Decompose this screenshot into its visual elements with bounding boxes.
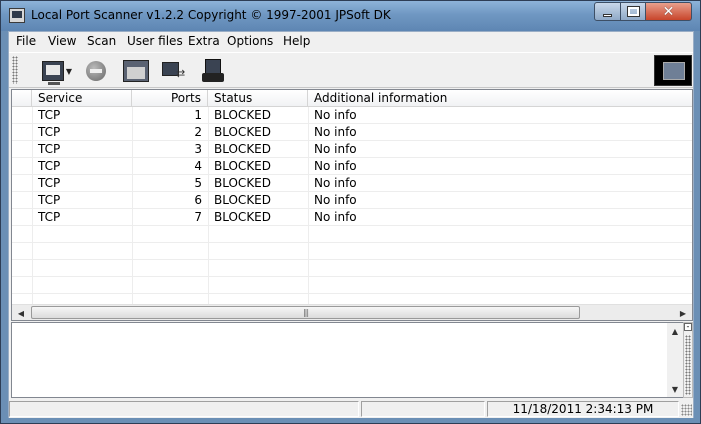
app-icon[interactable]: [9, 8, 25, 23]
window-title: Local Port Scanner v1.2.2 Copyright © 19…: [31, 8, 391, 22]
user-files-icon: [123, 60, 149, 82]
cell-service: TCP: [38, 125, 61, 139]
cell-port: 3: [194, 142, 202, 156]
dropdown-arrow-icon[interactable]: ▼: [66, 67, 72, 76]
resize-grip[interactable]: [681, 404, 692, 416]
connections-icon: [162, 60, 186, 82]
tools-icon: [202, 59, 226, 83]
cell-port: 5: [194, 176, 202, 190]
table-row[interactable]: [12, 260, 692, 277]
cell-info: No info: [314, 210, 357, 224]
status-datetime: 11/18/2011 2:34:13 PM: [487, 401, 679, 417]
stop-icon: [86, 61, 106, 81]
stop-button[interactable]: [83, 57, 109, 85]
header-spacer: [12, 90, 32, 107]
menu-extra[interactable]: Extra: [185, 34, 223, 48]
cell-info: No info: [314, 142, 357, 156]
results-list[interactable]: Service Ports Status Additional informat…: [11, 89, 693, 321]
cell-service: TCP: [38, 210, 61, 224]
maximize-button[interactable]: [620, 2, 646, 21]
cell-status: BLOCKED: [214, 159, 272, 173]
cell-port: 4: [194, 159, 202, 173]
table-row[interactable]: [12, 243, 692, 260]
cell-info: No info: [314, 159, 357, 173]
cell-info: No info: [314, 125, 357, 139]
log-vertical-scrollbar[interactable]: ▲ ▼: [667, 323, 683, 397]
column-service[interactable]: Service: [32, 90, 132, 107]
cell-status: BLOCKED: [214, 142, 272, 156]
table-row[interactable]: TCP 4 BLOCKED No info: [12, 158, 692, 175]
table-row[interactable]: TCP 3 BLOCKED No info: [12, 141, 692, 158]
menu-bar: File View Scan User files Extra Options …: [9, 32, 693, 52]
scrollbar-thumb[interactable]: |||: [31, 306, 580, 319]
status-panel-2: [361, 401, 485, 417]
cell-status: BLOCKED: [214, 108, 272, 122]
column-ports[interactable]: Ports: [132, 90, 208, 107]
menu-view[interactable]: View: [45, 34, 79, 48]
maximize-icon: [626, 6, 640, 17]
cell-status: BLOCKED: [214, 125, 272, 139]
cell-service: TCP: [38, 193, 61, 207]
column-additional-info[interactable]: Additional information: [308, 90, 692, 107]
horizontal-scrollbar[interactable]: ◀ ||| ▶: [12, 304, 692, 320]
table-row[interactable]: [12, 226, 692, 243]
cell-port: 2: [194, 125, 202, 139]
scan-computer-icon: [41, 61, 64, 85]
list-header: Service Ports Status Additional informat…: [12, 90, 692, 107]
table-row[interactable]: TCP 5 BLOCKED No info: [12, 175, 692, 192]
close-icon: ✕: [662, 3, 675, 20]
title-bar[interactable]: Local Port Scanner v1.2.2 Copyright © 19…: [1, 1, 700, 31]
menu-scan[interactable]: Scan: [84, 34, 119, 48]
toolbar-grip[interactable]: [12, 56, 18, 84]
app-window: Local Port Scanner v1.2.2 Copyright © 19…: [0, 0, 701, 424]
close-button[interactable]: ✕: [645, 2, 692, 21]
log-output[interactable]: ▲ ▼: [11, 322, 683, 398]
scan-button[interactable]: ▼: [39, 57, 75, 85]
cell-status: BLOCKED: [214, 193, 272, 207]
menu-options[interactable]: Options: [224, 34, 276, 48]
cell-service: TCP: [38, 176, 61, 190]
table-row[interactable]: TCP 7 BLOCKED No info: [12, 209, 692, 226]
scroll-left-icon[interactable]: ◀: [13, 305, 29, 321]
cell-info: No info: [314, 193, 357, 207]
log-panel-grip[interactable]: -: [683, 322, 693, 398]
cell-port: 7: [194, 210, 202, 224]
scroll-down-icon[interactable]: ▼: [667, 381, 683, 397]
client-area: File View Scan User files Extra Options …: [8, 31, 694, 418]
table-row[interactable]: TCP 1 BLOCKED No info: [12, 107, 692, 124]
toolbar: ▼: [9, 52, 693, 88]
column-status[interactable]: Status: [208, 90, 308, 107]
connections-button[interactable]: [159, 57, 189, 85]
status-bar: 11/18/2011 2:34:13 PM: [9, 400, 693, 418]
cell-service: TCP: [38, 108, 61, 122]
user-files-button[interactable]: [121, 57, 151, 85]
scroll-up-icon[interactable]: ▲: [667, 323, 683, 339]
status-panel-1: [9, 401, 359, 417]
cell-info: No info: [314, 176, 357, 190]
cell-port: 1: [194, 108, 202, 122]
cell-status: BLOCKED: [214, 210, 272, 224]
app-logo: [654, 55, 692, 86]
list-body: TCP 1 BLOCKED No info TCP 2 BLOCKED No info TCP 3…: [12, 107, 692, 305]
cell-status: BLOCKED: [214, 176, 272, 190]
cell-port: 6: [194, 193, 202, 207]
collapse-icon[interactable]: -: [684, 323, 692, 331]
table-row[interactable]: [12, 277, 692, 294]
cell-info: No info: [314, 108, 357, 122]
cell-service: TCP: [38, 142, 61, 156]
menu-help[interactable]: Help: [280, 34, 313, 48]
minimize-button[interactable]: [594, 2, 621, 21]
minimize-icon: [603, 13, 612, 17]
grip-dots: [685, 335, 691, 395]
table-row[interactable]: TCP 6 BLOCKED No info: [12, 192, 692, 209]
tools-button[interactable]: [199, 57, 229, 85]
cell-service: TCP: [38, 159, 61, 173]
menu-user-files[interactable]: User files: [124, 34, 186, 48]
table-row[interactable]: TCP 2 BLOCKED No info: [12, 124, 692, 141]
scroll-right-icon[interactable]: ▶: [675, 305, 691, 321]
menu-file[interactable]: File: [13, 34, 39, 48]
